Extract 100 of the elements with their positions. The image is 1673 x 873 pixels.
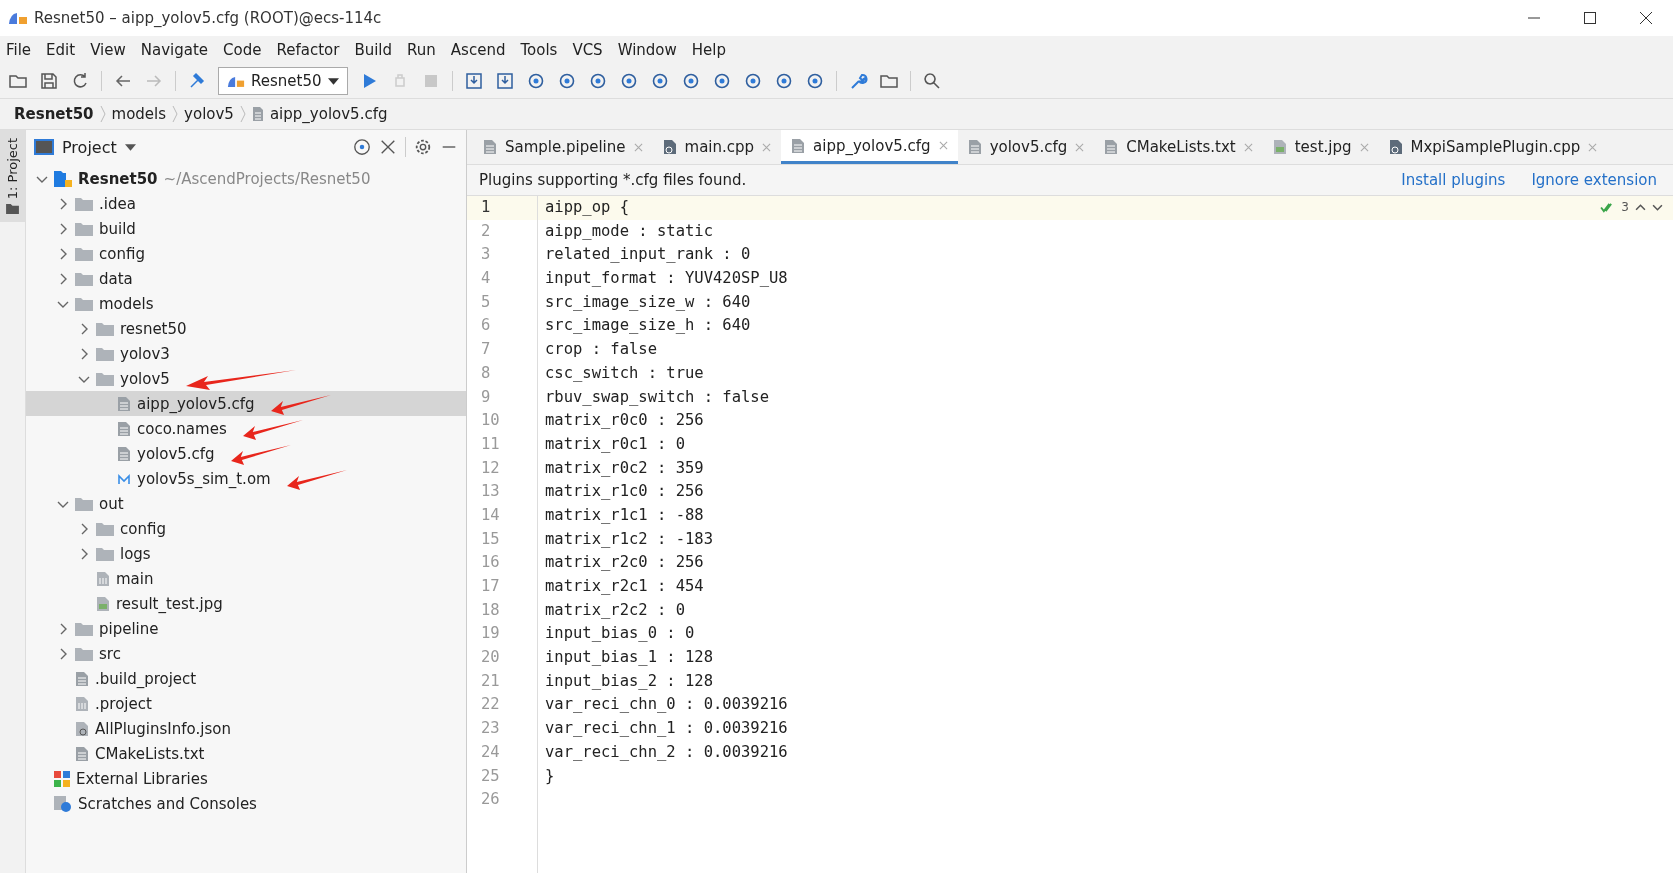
line-number: 8	[480, 362, 492, 384]
editor-tab[interactable]: Sample.pipeline	[473, 130, 653, 164]
close-icon[interactable]	[379, 138, 397, 156]
binary-file-icon	[96, 570, 110, 587]
menu-item[interactable]: File	[6, 41, 32, 59]
tree-item[interactable]: build	[26, 216, 466, 241]
library-icon	[54, 770, 70, 787]
menu-item[interactable]: Ascend	[450, 41, 506, 59]
code-line: matrix_r0c2 : 359	[545, 458, 704, 477]
line-number: 5	[480, 291, 492, 313]
folder-icon	[75, 496, 93, 511]
menu-item[interactable]: Refactor	[276, 41, 340, 59]
tree-item[interactable]: out	[26, 491, 466, 516]
code-line: aipp_mode : static	[545, 221, 713, 240]
search-icon[interactable]	[921, 71, 942, 91]
tree-item[interactable]: .build_project	[26, 666, 466, 691]
project-tool-window-tab[interactable]: 1: Project	[0, 130, 25, 223]
folder-icon	[75, 646, 93, 661]
close-icon[interactable]	[1639, 11, 1653, 25]
tree-item[interactable]: CMakeLists.txt	[26, 741, 466, 766]
save-icon[interactable]	[39, 71, 59, 91]
notification-link[interactable]: Install plugins	[1401, 171, 1506, 189]
settings-icon[interactable]	[414, 138, 432, 156]
tree-item[interactable]: yolov5s_sim_t.om	[26, 466, 466, 491]
tree-item[interactable]: .project	[26, 691, 466, 716]
line-number: 2	[480, 220, 492, 242]
code-line: }	[545, 766, 555, 785]
breadcrumb-item[interactable]: aipp_yolov5.cfg	[269, 105, 388, 123]
breadcrumb-item[interactable]: yolov5	[184, 105, 234, 123]
notification-text: Plugins supporting *.cfg files found.	[479, 171, 747, 189]
tree-item[interactable]: Resnet50 ~/AscendProjects/Resnet50	[26, 166, 466, 191]
code-line: input_bias_2 : 128	[545, 671, 713, 690]
tree-item[interactable]: result_test.jpg	[26, 591, 466, 616]
menu-item[interactable]: Build	[354, 41, 393, 59]
up-caret-icon	[1635, 203, 1646, 211]
breadcrumb-item[interactable]: models	[111, 105, 167, 123]
tree-item[interactable]: yolov5.cfg	[26, 441, 466, 466]
menu-item[interactable]: Run	[407, 41, 436, 59]
line-number: 25	[480, 765, 501, 787]
editor-tab[interactable]: CMakeLists.txt	[1094, 130, 1263, 164]
line-number: 10	[480, 410, 501, 432]
tree-item[interactable]: config	[26, 241, 466, 266]
box-icon[interactable]	[494, 71, 515, 91]
box-icon[interactable]	[463, 71, 484, 91]
editor-tab[interactable]: MxpiSamplePlugin.cpp	[1378, 130, 1608, 164]
line-number: 21	[480, 670, 501, 692]
menu-item[interactable]: Window	[617, 41, 677, 59]
code-line: src_image_size_w : 640	[545, 292, 751, 311]
tree-item[interactable]: .idea	[26, 191, 466, 216]
locate-icon[interactable]	[353, 138, 371, 156]
editor-tab[interactable]: main.cpp	[652, 130, 782, 164]
tree-item[interactable]: main	[26, 566, 466, 591]
tree-item[interactable]: resnet50	[26, 316, 466, 341]
tree-item[interactable]: AllPluginsInfo.json	[26, 716, 466, 741]
file-icon	[117, 395, 131, 412]
menu-item[interactable]: Tools	[520, 41, 558, 59]
menu-item[interactable]: Navigate	[140, 41, 209, 59]
notification-link[interactable]: Ignore extension	[1531, 171, 1657, 189]
panel-title[interactable]: Project	[62, 137, 117, 157]
tree-item[interactable]: logs	[26, 541, 466, 566]
tree-item[interactable]: coco.names	[26, 416, 466, 441]
run-configuration-dropdown[interactable]: Resnet50	[218, 67, 348, 95]
line-number: 18	[480, 599, 501, 621]
tree-item[interactable]: models	[26, 291, 466, 316]
menu-item[interactable]: Help	[691, 41, 726, 59]
inspection-widget[interactable]: 3	[1600, 200, 1663, 214]
editor-tab[interactable]: test.jpg	[1262, 130, 1379, 164]
scratch-icon	[54, 795, 72, 812]
code-line: var_reci_chn_2 : 0.0039216	[545, 742, 788, 761]
menu-item[interactable]: Edit	[46, 41, 76, 59]
tree-item[interactable]: config	[26, 516, 466, 541]
breadcrumb-separator-icon	[99, 104, 106, 124]
tree-item[interactable]: Scratches and Consoles	[26, 791, 466, 816]
tree-item[interactable]: data	[26, 266, 466, 291]
tree-item[interactable]: aipp_yolov5.cfg	[26, 391, 466, 416]
cpp-file-icon	[662, 139, 677, 155]
tree-item[interactable]: External Libraries	[26, 766, 466, 791]
code-line: related_input_rank : 0	[545, 245, 751, 264]
code-line: rbuv_swap_switch : false	[545, 387, 769, 406]
editor-tab[interactable]: yolov5.cfg	[957, 130, 1095, 164]
line-number: 3	[480, 244, 492, 266]
line-number: 14	[480, 504, 501, 526]
tree-item[interactable]: yolov5	[26, 366, 466, 391]
code-line: matrix_r2c0 : 256	[545, 553, 704, 572]
breadcrumb-item[interactable]: Resnet50	[14, 105, 94, 123]
editor-tab[interactable]: aipp_yolov5.cfg	[781, 130, 958, 164]
tree-item[interactable]: pipeline	[26, 616, 466, 641]
folder-icon	[75, 271, 93, 286]
menu-item[interactable]: View	[90, 41, 126, 59]
code-line: matrix_r1c1 : -88	[545, 505, 704, 524]
image-file-icon	[1272, 139, 1287, 155]
dropdown-caret-icon[interactable]	[124, 143, 136, 151]
line-number: 1	[467, 196, 537, 220]
menu-item[interactable]: Code	[223, 41, 262, 59]
tree-item[interactable]: src	[26, 641, 466, 666]
maximize-icon[interactable]	[1583, 11, 1597, 25]
code-line: aipp_op {	[545, 198, 629, 216]
tree-item[interactable]: yolov3	[26, 341, 466, 366]
code-line: var_reci_chn_1 : 0.0039216	[545, 719, 788, 738]
menu-item[interactable]: VCS	[572, 41, 603, 59]
